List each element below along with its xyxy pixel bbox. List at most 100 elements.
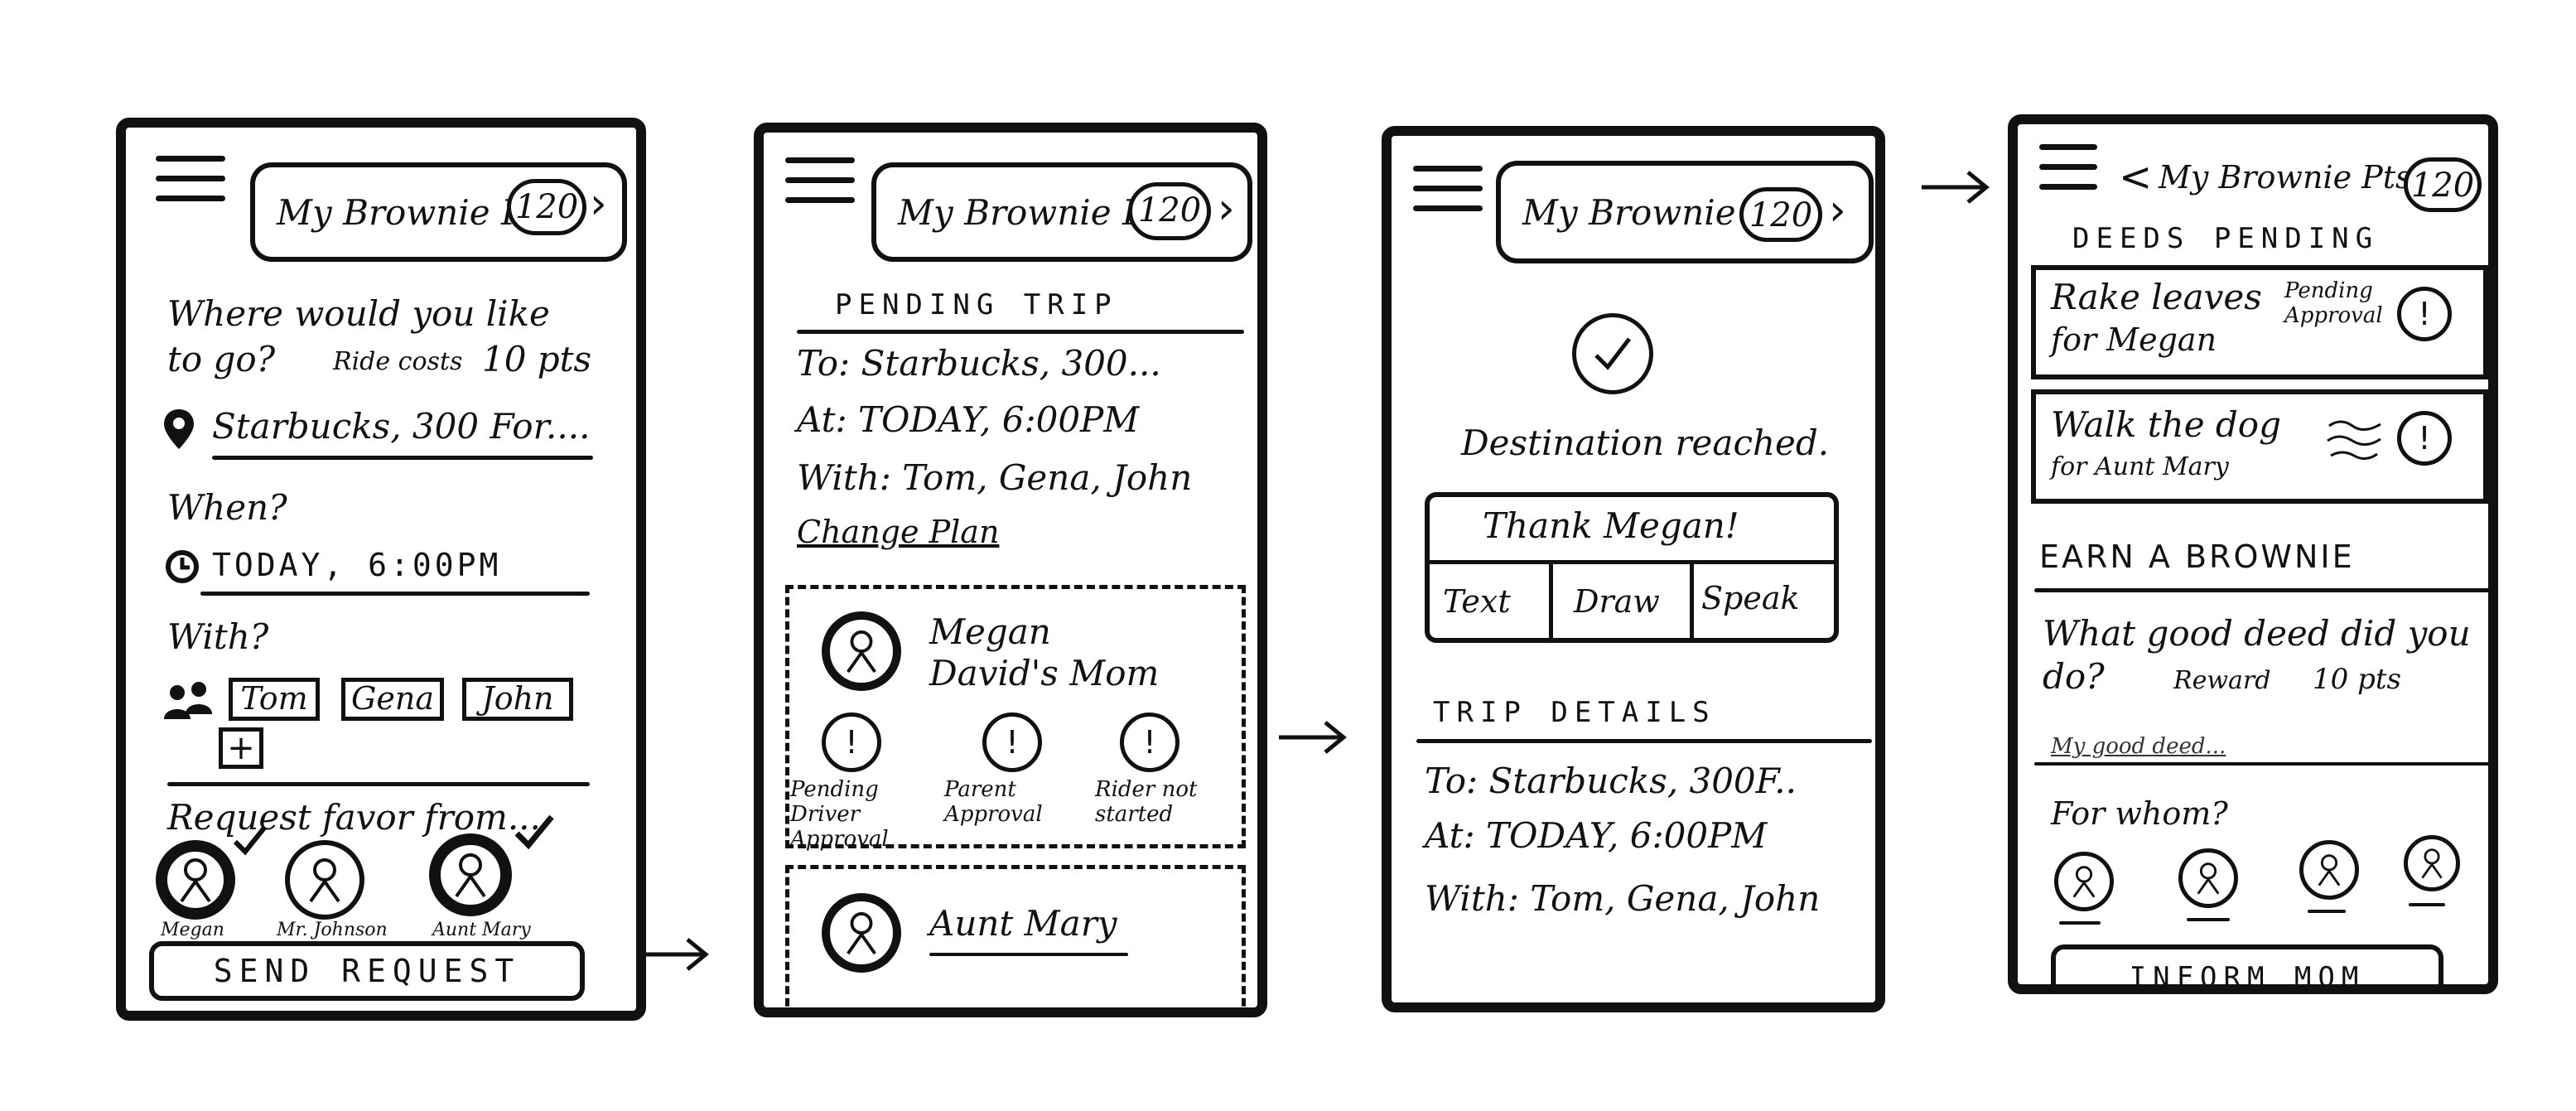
clock-icon [166,550,199,583]
check-icon [514,814,554,850]
location-pin-icon [164,409,194,449]
thank-options-divider [1690,563,1694,640]
person-icon [180,858,211,903]
thank-title: Thank Megan! [1483,505,1739,546]
avatar-label-megan: Megan [161,920,224,940]
with-label: With? [167,616,269,657]
person-icon [2318,854,2341,886]
trip-with: With: Tom, Gena, John [797,457,1193,498]
chevron-right-icon[interactable]: › [590,179,607,229]
status-rider-not-started: Rider not started [1095,777,1198,827]
ride-cost-label: Ride costs [333,347,463,376]
send-request-label: SEND REQUEST [213,953,521,989]
companion-chip-gena[interactable]: Gena [341,678,444,721]
avatar-mr-johnson[interactable] [285,840,364,920]
good-deed-question: What good deed did you [2043,613,2471,654]
alert-icon: ! [2397,287,2452,341]
check-icon [1594,337,1631,370]
inform-mom-button[interactable]: INFORM MOM [2051,944,2443,994]
points-badge: 120 [2404,157,2482,212]
pending-trip-title: PENDING TRIP [835,288,1118,321]
good-deed-input[interactable]: My good deed... [2051,734,2226,759]
arrow-right-icon [1279,721,1347,754]
menu-icon[interactable] [2039,144,2097,194]
driver-avatar-megan [822,611,901,691]
avatar-megan[interactable] [156,840,235,920]
recipient-avatar[interactable] [2178,848,2238,908]
reward-label: Reward [2173,666,2271,695]
trip-to: To: Starbucks, 300... [797,343,1161,384]
chevron-right-icon[interactable]: › [1218,184,1235,234]
avatar-label-scribble [2059,921,2101,925]
when-field[interactable]: TODAY, 6:00PM [212,547,501,583]
next-driver-underline [929,953,1128,956]
add-companion-button[interactable]: + [219,727,263,769]
screen-earn-brownie: < My Brownie Pts 120 DEEDS PENDING Rake … [2008,114,2498,994]
next-driver-name: Aunt Mary [929,903,1117,944]
avatar-label-mr-johnson: Mr. Johnson [277,920,388,940]
alert-icon: ! [822,712,881,772]
menu-icon[interactable] [1413,166,1483,215]
destination-reached-message: Destination reached. [1461,423,1830,463]
with-divider [167,782,590,786]
request-favor-label: Request favor from... [167,797,541,838]
alert-icon: ! [2397,411,2452,466]
details-at: At: TODAY, 6:00PM [1425,815,1768,856]
inform-mom-label: INFORM MOM [2129,961,2366,994]
thank-option-speak[interactable]: Speak [1701,580,1800,616]
person-icon [455,853,486,898]
check-circle-icon [1572,313,1653,394]
points-label: My Brownie Pts [2159,159,2412,196]
points-badge: 120 [507,179,586,235]
good-deed-input-underline [2034,762,2488,766]
recipient-avatar[interactable] [2054,852,2114,911]
alert-icon: ! [982,712,1042,772]
people-icon [164,682,212,719]
recipient-avatar[interactable] [2404,835,2460,891]
destination-field[interactable]: Starbucks, 300 For.... [212,406,590,447]
avatar-label-scribble [2187,918,2230,921]
send-request-button[interactable]: SEND REQUEST [149,941,585,1001]
change-plan-link[interactable]: Change Plan [797,514,999,550]
menu-icon[interactable] [156,156,225,205]
back-chevron-icon[interactable]: < [2119,154,2152,200]
menu-icon[interactable] [785,157,855,207]
screen-pending-trip: My Brownie Pts 120 › PENDING TRIP To: St… [754,123,1267,1017]
details-to: To: Starbucks, 300F.. [1425,761,1797,801]
details-with: With: Tom, Gena, John [1425,878,1821,919]
recipient-avatar[interactable] [2299,840,2359,900]
driver-relation: David's Mom [929,653,1160,693]
status-driver-approval: Pending Driver Approval [790,777,889,852]
for-whom-label: For whom? [2051,795,2228,832]
screen-request-ride: My Brownie Pts 120 › Where would you lik… [116,118,646,1021]
when-label: When? [167,487,287,528]
person-icon [2197,862,2220,895]
companion-chip-tom[interactable]: Tom [229,678,320,721]
deeds-pending-title: DEEDS PENDING [2072,222,2380,255]
good-deed-question-2: do? [2043,656,2105,697]
thank-option-text[interactable]: Text [1443,583,1511,620]
deed-subtitle: for Megan [2051,321,2217,358]
trip-details-underline [1416,739,1872,743]
check-icon [233,825,268,856]
thank-options-divider [1549,563,1553,640]
title-underline [797,330,1244,334]
driver-name: Megan [929,611,1051,652]
person-icon [2421,848,2443,879]
person-icon [847,630,876,674]
scribble-status-icon [2327,420,2381,460]
trip-at: At: TODAY, 6:00PM [797,399,1140,440]
companion-chip-john[interactable]: John [462,678,573,721]
arrow-right-icon [641,938,709,971]
where-question: Where would you like [167,293,550,334]
person-icon [2072,866,2096,898]
status-parent-approval: Parent Approval [944,777,1043,827]
thank-option-draw[interactable]: Draw [1574,583,1660,620]
destination-underline [212,456,593,460]
chevron-right-icon[interactable]: › [1829,186,1846,235]
arrow-right-icon [1922,171,1990,204]
reward-value: 10 pts [2313,663,2401,696]
driver-avatar-aunt-mary [822,893,901,973]
avatar-aunt-mary[interactable] [429,833,512,916]
deed-status: Pending Approval [2284,278,2383,328]
